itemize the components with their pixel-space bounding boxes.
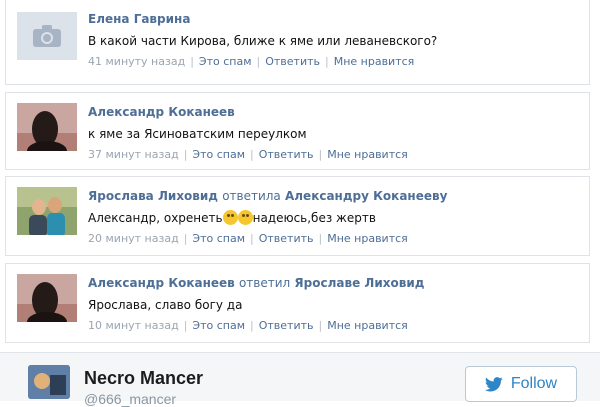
shock-emoji-icon (237, 210, 253, 225)
comment-card: Ярослава Лиховид ответила Александру Кок… (5, 176, 590, 256)
like-link[interactable]: Мне нравится (327, 148, 408, 161)
comment-text: Ярослава, славо богу да (88, 298, 243, 312)
comment-card: Елена Гаврина В какой части Кирова, ближ… (5, 0, 590, 85)
spam-link[interactable]: Это спам (199, 55, 252, 68)
author-link[interactable]: Ярослава Лиховид (88, 189, 218, 203)
comment-text-end: надеюсь,без жертв (252, 211, 376, 225)
follow-button[interactable]: Follow (465, 366, 577, 402)
reply-link[interactable]: Ответить (265, 55, 320, 68)
comment-author[interactable]: Елена Гаврина (88, 12, 579, 27)
user-photo (17, 187, 77, 235)
reply-target-link[interactable]: Ярославе Лиховид (294, 276, 424, 290)
user-photo (17, 103, 77, 151)
user-photo (28, 365, 70, 399)
comment-text: к яме за Ясиноватским переулком (88, 127, 307, 141)
comment-text: Александр, охренеть надеюсь,без жертв (88, 210, 579, 226)
comment-card: Александр Коканеев к яме за Ясиноватским… (5, 92, 590, 170)
reply-target-link[interactable]: Александру Коканееву (285, 189, 447, 203)
like-link[interactable]: Мне нравится (327, 319, 408, 332)
user-photo (17, 274, 77, 322)
reply-verb: ответил (238, 276, 291, 290)
smile-emoji-icon (222, 210, 238, 225)
comment-author: Александр Коканеев ответил Ярославе Лихо… (88, 276, 579, 291)
reply-link[interactable]: Ответить (259, 232, 314, 245)
reply-link[interactable]: Ответить (259, 148, 314, 161)
spam-link[interactable]: Это спам (192, 319, 245, 332)
twitter-display-name[interactable]: Necro Mancer (84, 368, 203, 389)
like-link[interactable]: Мне нравится (334, 55, 415, 68)
comment-time[interactable]: 37 минут назад (88, 148, 179, 161)
twitter-bird-icon (484, 376, 503, 391)
comment-time[interactable]: 41 минуту назад (88, 55, 185, 68)
comment-text: В какой части Кирова, ближе к яме или ле… (88, 34, 438, 48)
avatar[interactable] (17, 187, 77, 235)
reply-link[interactable]: Ответить (259, 319, 314, 332)
comment-author[interactable]: Александр Коканеев (88, 105, 579, 120)
camera-icon (33, 25, 61, 47)
comment-time[interactable]: 10 минут назад (88, 319, 179, 332)
follow-label: Follow (510, 375, 558, 392)
avatar[interactable] (17, 274, 77, 322)
author-link[interactable]: Александр Коканеев (88, 276, 235, 290)
avatar[interactable] (17, 103, 77, 151)
comment-text-start: Александр, охренеть (88, 211, 223, 225)
avatar[interactable] (17, 12, 77, 60)
comment-author: Ярослава Лиховид ответила Александру Кок… (88, 189, 579, 204)
comment-time[interactable]: 20 минут назад (88, 232, 179, 245)
like-link[interactable]: Мне нравится (327, 232, 408, 245)
twitter-avatar[interactable] (28, 365, 70, 399)
spam-link[interactable]: Это спам (192, 148, 245, 161)
comment-card: Александр Коканеев ответил Ярославе Лихо… (5, 263, 590, 343)
reply-verb: ответила (222, 189, 281, 203)
spam-link[interactable]: Это спам (192, 232, 245, 245)
twitter-handle[interactable]: @666_mancer (84, 391, 176, 407)
